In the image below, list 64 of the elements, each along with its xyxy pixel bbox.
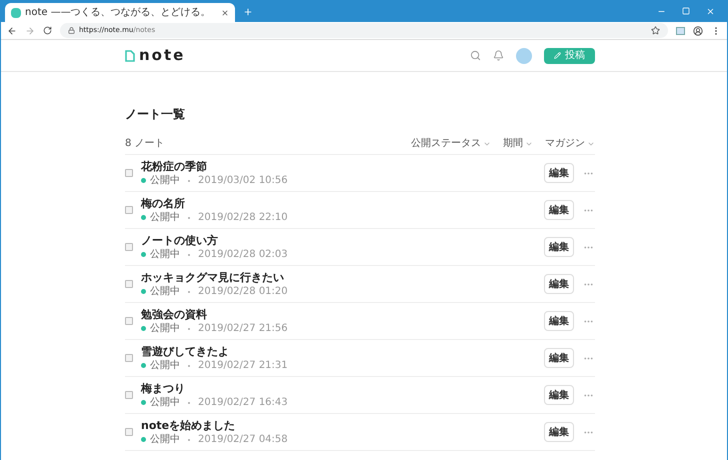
avatar[interactable] (516, 48, 532, 64)
checkbox[interactable] (125, 317, 133, 325)
checkbox[interactable] (125, 428, 133, 436)
status-label: 公開中 (150, 176, 180, 186)
status-label: 公開中 (150, 286, 180, 297)
checkbox[interactable] (125, 243, 133, 251)
status-label: 公開中 (150, 398, 180, 408)
note-title[interactable]: 花粉症の季節 (141, 160, 544, 174)
checkbox[interactable] (125, 280, 133, 288)
note-title[interactable]: noteを始めました (141, 419, 544, 433)
status-label: 公開中 (150, 360, 180, 371)
note-date: 2019/02/27 21:56 (198, 324, 288, 334)
bookmark-star-icon[interactable] (651, 26, 660, 35)
favicon-icon (11, 8, 21, 18)
filter-dropdown[interactable]: マガジン (545, 136, 595, 151)
edit-button[interactable]: 編集 (544, 422, 574, 442)
note-date: 2019/02/27 04:58 (198, 434, 288, 445)
checkbox[interactable] (125, 169, 133, 177)
reload-icon[interactable] (43, 26, 52, 35)
edit-button[interactable]: 編集 (544, 163, 574, 183)
profile-icon[interactable] (693, 26, 703, 36)
tab-title: note ——つくる、つながる、とどける。 (25, 6, 212, 20)
note-title[interactable]: 勉強会の資料 (141, 308, 544, 322)
note-title[interactable]: ホッキョクグマ見に行きたい (141, 271, 544, 285)
bell-icon[interactable] (493, 50, 504, 61)
checkbox[interactable] (125, 206, 133, 214)
filter-dropdown[interactable]: 公開ステータス (411, 136, 491, 151)
note-count: 8 ノート (125, 137, 165, 151)
note-title[interactable]: 雪遊びしてきたよ (141, 345, 544, 359)
edit-button[interactable]: 編集 (544, 237, 574, 257)
forward-icon[interactable] (25, 26, 35, 36)
status-label: 公開中 (150, 250, 180, 260)
maximize-icon[interactable] (682, 7, 690, 15)
edit-button[interactable]: 編集 (544, 200, 574, 220)
note-title[interactable]: 梅まつり (141, 382, 544, 396)
status-label: 公開中 (150, 212, 180, 223)
lock-icon (68, 27, 75, 34)
filter-dropdown[interactable]: 期間 (503, 136, 533, 151)
back-icon[interactable] (7, 26, 17, 36)
note-date: 2019/02/28 01:20 (198, 286, 288, 297)
site-logo[interactable]: note (139, 44, 186, 67)
status-label: 公開中 (150, 434, 180, 445)
new-tab-icon[interactable] (243, 7, 253, 17)
note-date: 2019/02/28 22:10 (198, 212, 288, 223)
browser-tab[interactable]: note ——つくる、つながる、とどける。 (5, 3, 235, 22)
note-title[interactable]: 梅の名所 (141, 197, 544, 211)
edit-button[interactable]: 編集 (544, 348, 574, 368)
page-title: ノート一覧 (125, 108, 186, 120)
note-date: 2019/03/02 10:56 (198, 176, 288, 186)
checkbox[interactable] (125, 354, 133, 362)
note-title[interactable]: ノートの使い方 (141, 234, 544, 248)
note-date: 2019/02/28 02:03 (198, 250, 288, 260)
checkbox[interactable] (125, 391, 133, 399)
note-date: 2019/02/27 16:43 (198, 398, 288, 408)
close-icon[interactable] (221, 8, 229, 16)
edit-button[interactable]: 編集 (544, 274, 574, 294)
status-label: 公開中 (150, 324, 180, 334)
note-date: 2019/02/27 21:31 (198, 360, 288, 371)
edit-button[interactable]: 編集 (544, 311, 574, 331)
edit-button[interactable]: 編集 (544, 385, 574, 405)
note-logo-icon (125, 50, 135, 62)
extension-icon[interactable] (676, 26, 685, 34)
search-icon[interactable] (470, 50, 481, 61)
pencil-icon (554, 52, 561, 59)
